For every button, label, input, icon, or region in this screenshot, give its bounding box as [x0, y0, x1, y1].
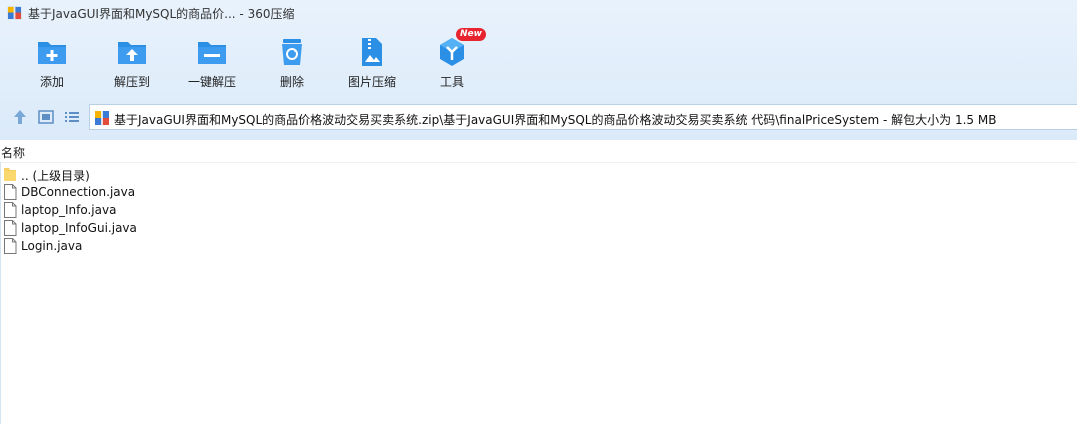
title-bar: 基于JavaGUI界面和MySQL的商品价... - 360压缩: [0, 0, 1077, 26]
image-compress-label: 图片压缩: [347, 75, 396, 89]
file-name: laptop_Info.java: [21, 203, 117, 217]
image-compress-icon: [362, 38, 382, 66]
up-arrow-icon[interactable]: [11, 108, 29, 126]
file-icon: [4, 202, 17, 218]
window-title: 基于JavaGUI界面和MySQL的商品价... - 360压缩: [28, 7, 295, 21]
extract-to-label: 解压到: [113, 75, 150, 89]
tools-label: 工具: [439, 75, 464, 89]
image-compress-button[interactable]: 图片压缩: [332, 30, 412, 96]
add-folder-icon: [38, 42, 66, 64]
delete-label: 删除: [279, 75, 304, 89]
file-name: .. (上级目录): [21, 169, 90, 183]
file-list-header: 名称: [0, 140, 1077, 163]
column-header-name[interactable]: 名称: [1, 144, 25, 161]
list-item[interactable]: laptop_Info.java: [3, 201, 603, 219]
tools-button[interactable]: New 工具: [412, 28, 492, 96]
file-name: laptop_InfoGui.java: [21, 221, 137, 235]
add-label: 添加: [39, 75, 64, 89]
toolbar: 添加 解压到 一键解压 删除 图片压缩 New 工具: [0, 28, 1077, 96]
extract-to-icon: [118, 42, 146, 64]
new-badge: New: [456, 28, 486, 41]
archive-file-icon: [95, 111, 109, 125]
file-list: .. (上级目录) DBConnection.java laptop_Info.…: [3, 165, 603, 255]
add-button[interactable]: 添加: [12, 30, 92, 96]
file-icon: [4, 238, 17, 254]
top-panel: 基于JavaGUI界面和MySQL的商品价... - 360压缩 添加 解压到 …: [0, 0, 1077, 140]
thumbnail-view-icon[interactable]: [37, 108, 55, 126]
file-icon: [4, 220, 17, 236]
list-item[interactable]: .. (上级目录): [3, 165, 603, 183]
file-icon: [4, 184, 17, 200]
list-item[interactable]: laptop_InfoGui.java: [3, 219, 603, 237]
list-view-icon[interactable]: [63, 108, 81, 126]
address-bar[interactable]: 基于JavaGUI界面和MySQL的商品价格波动交易买卖系统.zip\基于Jav…: [89, 104, 1077, 130]
archive-app-icon: [7, 6, 22, 20]
list-item[interactable]: Login.java: [3, 237, 603, 255]
list-item[interactable]: DBConnection.java: [3, 183, 603, 201]
extract-to-button[interactable]: 解压到: [92, 30, 172, 96]
address-path: 基于JavaGUI界面和MySQL的商品价格波动交易买卖系统.zip\基于Jav…: [114, 113, 997, 127]
delete-button[interactable]: 删除: [252, 30, 332, 96]
file-name: DBConnection.java: [21, 185, 136, 199]
file-name: Login.java: [21, 239, 83, 253]
left-border: [0, 162, 1, 424]
compressor-window: 基于JavaGUI界面和MySQL的商品价... - 360压缩 添加 解压到 …: [0, 0, 1077, 424]
one-click-extract-icon: [198, 42, 226, 64]
recycle-delete-icon: [282, 39, 302, 65]
one-click-extract-label: 一键解压: [187, 75, 236, 89]
one-click-extract-button[interactable]: 一键解压: [172, 30, 252, 96]
folder-icon: [4, 168, 16, 181]
navigation-row: 基于JavaGUI界面和MySQL的商品价格波动交易买卖系统.zip\基于Jav…: [0, 101, 1077, 133]
